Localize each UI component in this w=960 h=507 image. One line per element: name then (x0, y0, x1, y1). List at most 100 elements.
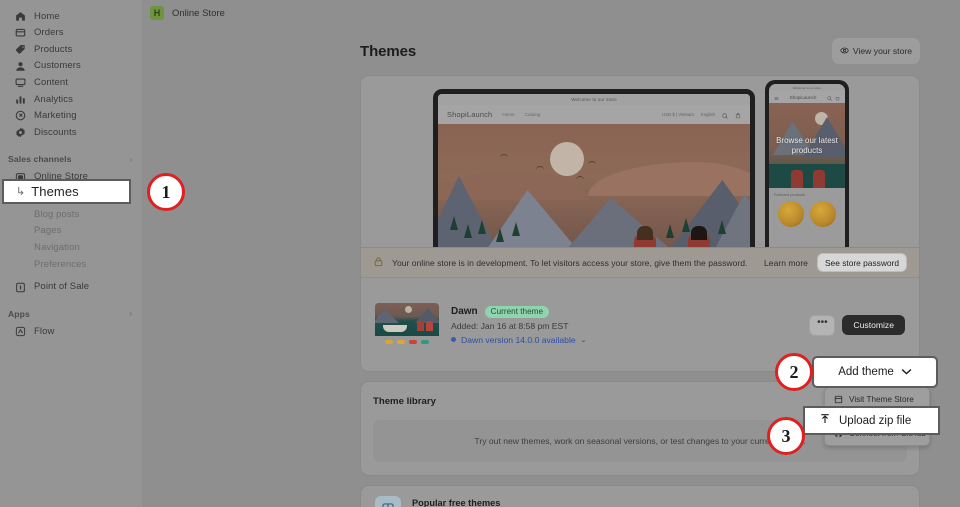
color-swatch (397, 339, 405, 344)
shopify-admin-screenshot: Home Orders Products Customers Content A… (0, 0, 960, 507)
search-icon[interactable] (722, 106, 728, 124)
bar-chart-icon (14, 93, 26, 105)
storefront-link-catalog[interactable]: Catalog (525, 112, 541, 117)
view-your-store-label: View your store (852, 46, 912, 56)
sidebar-item-label: Point of Sale (34, 281, 90, 293)
mobile-announcement-bar: Welcome to our store (769, 84, 845, 91)
theme-version-label: Dawn version 14.0.0 available (461, 334, 576, 345)
mobile-preview-screen: Welcome to our store ShopiLaunch Browse … (769, 84, 845, 247)
upload-zip-file-highlighted[interactable]: Upload zip file (803, 406, 940, 435)
storefront-brand: ShopiLaunch (447, 110, 493, 119)
more-actions-button[interactable]: ••• (809, 314, 836, 336)
sidebar-section-apps[interactable]: Apps › (0, 305, 142, 323)
development-store-banner: Your online store is in development. To … (361, 247, 919, 277)
sidebar-item-marketing[interactable]: Marketing (0, 108, 142, 125)
update-dot-icon (451, 337, 456, 342)
theme-version-link[interactable]: Dawn version 14.0.0 available ⌄ (451, 335, 587, 345)
storefront-nav-right: USD $ | Vietnam English (662, 106, 741, 124)
chevron-down-icon: ⌄ (580, 336, 587, 344)
mobile-preview-frame[interactable]: Welcome to our store ShopiLaunch Browse … (765, 80, 849, 247)
sidebar-item-discounts[interactable]: Discounts (0, 124, 142, 141)
sidebar-item-analytics[interactable]: Analytics (0, 91, 142, 108)
sidebar-item-pages[interactable]: Pages (0, 223, 142, 240)
apps-label: Apps (8, 309, 30, 320)
sidebar-item-home[interactable]: Home (0, 8, 142, 25)
eye-icon (840, 42, 849, 60)
chevron-down-icon (901, 368, 912, 377)
see-store-password-button[interactable]: See store password (816, 253, 907, 272)
page-title: Themes (360, 42, 417, 60)
storefront-link-home[interactable]: Home (502, 112, 514, 117)
theme-preview: Welcome to our store ShopiLaunch Home Ca… (361, 76, 919, 247)
theme-color-swatches (375, 336, 439, 347)
announcement-bar: Welcome to our store (438, 94, 750, 105)
pos-icon (14, 281, 26, 293)
banner-message: Your online store is in development. To … (392, 257, 748, 268)
add-theme-button-highlighted[interactable]: Add theme (812, 356, 938, 388)
content-icon (14, 77, 26, 89)
sidebar: Home Orders Products Customers Content A… (0, 0, 142, 507)
home-icon (14, 10, 26, 22)
theme-thumbnail (375, 303, 439, 347)
desktop-preview-screen: Welcome to our store ShopiLaunch Home Ca… (438, 94, 750, 247)
sidebar-item-label: Analytics (34, 93, 73, 105)
sidebar-item-label: Themes (31, 184, 79, 199)
sidebar-item-label: Preferences (34, 258, 87, 270)
megaphone-icon (14, 110, 26, 122)
chevron-right-icon: › (129, 154, 132, 164)
theme-thumbnail-image (375, 303, 439, 336)
desktop-preview-frame[interactable]: Welcome to our store ShopiLaunch Home Ca… (433, 89, 755, 247)
popular-free-themes-title: Popular free themes (412, 497, 501, 507)
theme-library-empty-text: Try out new themes, work on seasonal ver… (474, 436, 806, 446)
popular-free-themes-card[interactable]: Popular free themes Made with core featu… (360, 485, 920, 507)
sidebar-item-label: Navigation (34, 242, 80, 254)
color-swatch (409, 339, 417, 344)
sidebar-item-preferences[interactable]: Preferences (0, 256, 142, 273)
sidebar-section-sales-channels[interactable]: Sales channels › (0, 151, 142, 169)
sidebar-item-themes-highlighted[interactable]: ↳ Themes (2, 179, 131, 204)
learn-more-link[interactable]: Learn more (764, 258, 808, 268)
sidebar-item-label: Discounts (34, 126, 77, 138)
mobile-hero: Browse our latest products (769, 103, 845, 188)
mobile-featured-products: Featured products (769, 188, 845, 247)
cart-icon[interactable] (735, 106, 741, 124)
top-bar: H Online Store (142, 0, 960, 26)
flow-icon (14, 326, 26, 338)
sidebar-item-label: Pages (34, 225, 62, 237)
currency-selector[interactable]: USD $ | Vietnam (662, 112, 694, 117)
store-name: Online Store (172, 7, 225, 19)
mobile-storefront-brand: ShopiLaunch (789, 94, 817, 100)
sidebar-item-point-of-sale[interactable]: Point of Sale (0, 279, 142, 296)
sidebar-item-label: Content (34, 76, 68, 88)
storefront-hero-illustration (438, 124, 750, 247)
menu-item-visit-theme-store[interactable]: Visit Theme Store (825, 391, 929, 408)
sidebar-item-navigation[interactable]: Navigation (0, 240, 142, 257)
add-theme-label: Add theme (838, 366, 894, 378)
sales-channels-label: Sales channels (8, 154, 72, 165)
callout-1: 1 (147, 173, 185, 211)
product-thumbnail[interactable] (810, 201, 836, 227)
upload-zip-file-label: Upload zip file (839, 414, 912, 427)
current-theme-actions: ••• Customize (809, 314, 905, 336)
sidebar-item-blog-posts[interactable]: Blog posts (0, 206, 142, 223)
customize-button[interactable]: Customize (842, 315, 905, 335)
sidebar-item-content[interactable]: Content (0, 74, 142, 91)
theme-grid-icon (375, 496, 401, 507)
sidebar-item-customers[interactable]: Customers (0, 58, 142, 75)
sidebar-item-label: Orders (34, 27, 64, 39)
sidebar-item-label: Products (34, 43, 73, 55)
store-front-icon (833, 395, 843, 404)
callout-2: 2 (775, 353, 813, 391)
sidebar-item-products[interactable]: Products (0, 41, 142, 58)
current-theme-info: Dawn Current theme Added: Jan 16 at 8:58… (451, 305, 587, 345)
orders-icon (14, 27, 26, 39)
product-thumbnail[interactable] (778, 201, 804, 227)
sidebar-item-label: Blog posts (34, 208, 80, 220)
shopify-bag-icon: H (150, 6, 164, 20)
sidebar-item-orders[interactable]: Orders (0, 25, 142, 42)
lock-icon (373, 254, 384, 272)
language-selector[interactable]: English (701, 112, 715, 117)
sidebar-item-flow[interactable]: Flow (0, 323, 142, 340)
view-your-store-button[interactable]: View your store (831, 38, 920, 64)
storefront-nav: ShopiLaunch Home Catalog USD $ | Vietnam… (438, 105, 750, 124)
